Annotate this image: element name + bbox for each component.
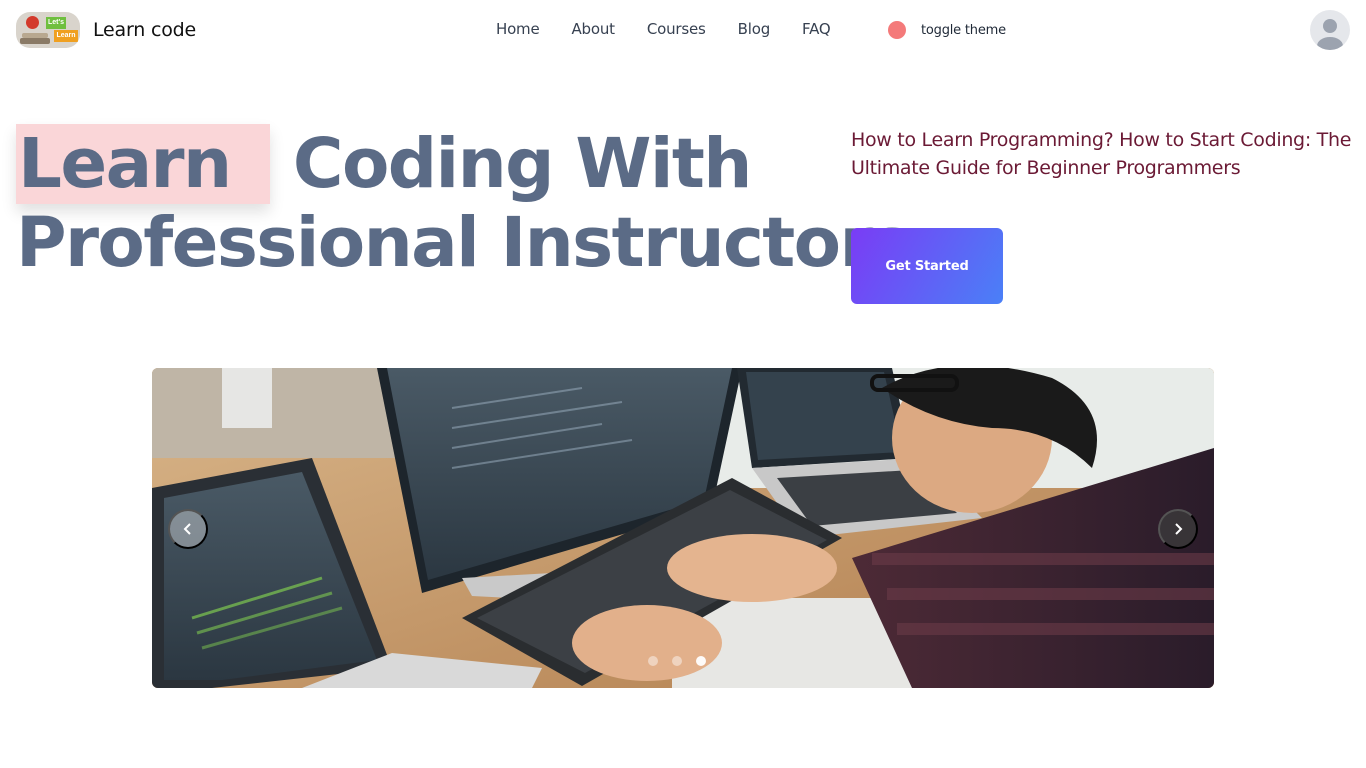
nav-link-faq[interactable]: FAQ <box>802 20 831 38</box>
logo-tag-top: Let's <box>46 17 66 29</box>
hero-title-highlight: Learn <box>16 124 271 204</box>
chevron-left-icon <box>183 523 191 535</box>
theme-toggle-dot-icon[interactable] <box>888 21 906 39</box>
logo-apple-shape <box>26 16 39 29</box>
nav-link-home[interactable]: Home <box>496 20 540 38</box>
nav-link-courses[interactable]: Courses <box>647 20 706 38</box>
navbar: Let's Learn Learn code Home About Course… <box>0 0 1366 62</box>
main-nav: Home About Courses Blog FAQ <box>496 20 862 38</box>
carousel-indicator-3[interactable] <box>696 656 706 666</box>
nav-link-blog[interactable]: Blog <box>738 20 771 38</box>
brand-link[interactable]: Let's Learn Learn code <box>16 12 196 48</box>
carousel-indicator-1[interactable] <box>648 656 658 666</box>
chevron-right-icon <box>1175 523 1183 535</box>
nav-link-about[interactable]: About <box>572 20 616 38</box>
brand-name: Learn code <box>93 19 196 41</box>
hero-carousel <box>152 368 1214 688</box>
carousel-indicators <box>648 656 720 666</box>
carousel-prev-button[interactable] <box>168 509 208 549</box>
carousel-indicator-2[interactable] <box>672 656 682 666</box>
hero-title-line1: Coding With <box>270 124 752 204</box>
hero-subtitle: How to Learn Programming? How to Start C… <box>851 129 1352 179</box>
theme-toggle[interactable]: toggle theme <box>888 21 1006 39</box>
theme-toggle-label: toggle theme <box>921 22 1006 38</box>
brand-logo: Let's Learn <box>16 12 80 48</box>
carousel-next-button[interactable] <box>1158 509 1198 549</box>
carousel-slide-image <box>152 368 1214 688</box>
hero-title-line2: Professional Instructors <box>16 203 913 283</box>
logo-book-shape <box>20 38 50 44</box>
get-started-button[interactable]: Get Started <box>851 228 1003 304</box>
hero-title: Learn Coding With Professional Instructor… <box>16 124 913 283</box>
user-avatar-icon[interactable] <box>1310 10 1350 50</box>
logo-tag-bottom: Learn <box>54 30 78 42</box>
